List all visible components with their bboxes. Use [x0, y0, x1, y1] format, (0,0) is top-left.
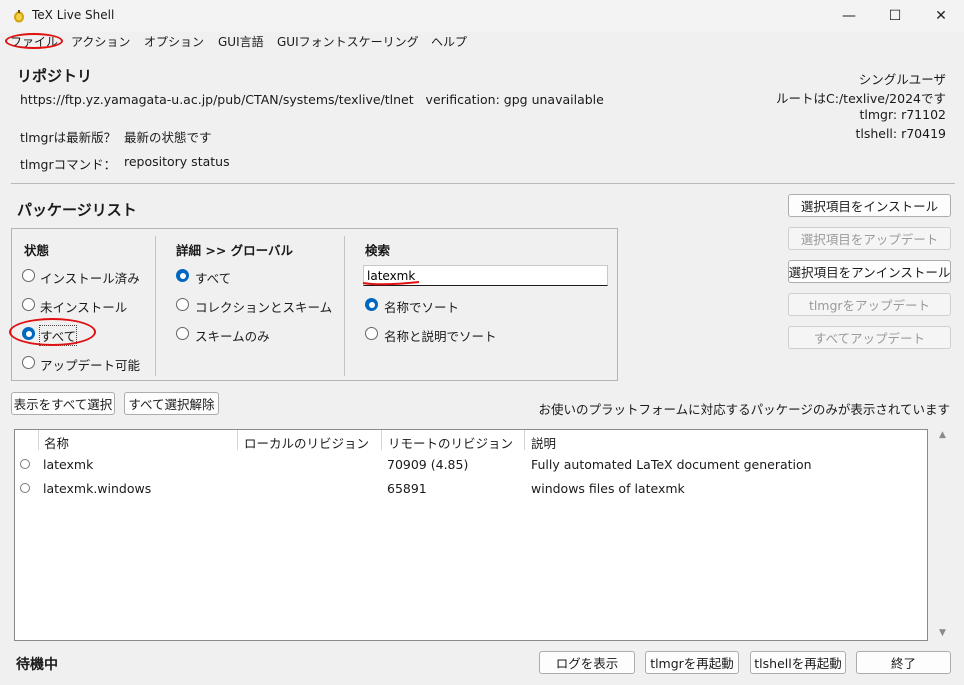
status-installed-label[interactable]: インストール済み [40, 268, 140, 287]
menu-gui-font-scaling[interactable]: GUIフォントスケーリング [277, 33, 419, 50]
sort-by-name-desc-label[interactable]: 名称と説明でソート [384, 326, 497, 345]
status-all-radio[interactable] [22, 327, 35, 340]
table-cell-description: windows files of latexmk [531, 481, 685, 496]
detail-all-radio[interactable] [176, 269, 189, 282]
platform-note: お使いのプラットフォームに対応するパッケージのみが表示されています [538, 402, 950, 417]
deselect-all-button[interactable]: すべて選択解除 [124, 392, 219, 415]
status-heading: 状態 [24, 243, 50, 258]
tlmgr-command-label: tlmgrコマンド： [20, 157, 117, 172]
tlmgr-latest-value: 最新の状態です [124, 130, 212, 145]
annotation-underline-search [362, 281, 420, 286]
status-not-installed-label[interactable]: 未インストール [40, 297, 127, 316]
column-separator [237, 430, 238, 450]
update-all-button[interactable]: すべてアップデート [788, 326, 951, 349]
status-updatable-label[interactable]: アップデート可能 [40, 355, 140, 374]
table-cell-description: Fully automated LaTeX document generatio… [531, 457, 812, 472]
sort-by-name-desc-radio[interactable] [365, 327, 378, 340]
status-updatable-radio[interactable] [22, 356, 35, 369]
table-cell-name: latexmk [43, 457, 94, 472]
menu-gui-language[interactable]: GUI言語 [218, 33, 264, 50]
update-selected-button[interactable]: 選択項目をアップデート [788, 227, 951, 250]
divider [11, 183, 955, 184]
maximize-button[interactable]: ☐ [872, 0, 918, 32]
detail-all-label[interactable]: すべて [195, 268, 231, 287]
title-bar [0, 0, 964, 32]
row-select-radio[interactable] [20, 459, 30, 469]
user-mode: シングルユーザ [858, 72, 946, 87]
column-separator [38, 430, 39, 450]
tlmgr-latest-label: tlmgrは最新版？ [20, 130, 117, 145]
app-icon [14, 10, 24, 23]
menu-action[interactable]: アクション [71, 33, 130, 50]
menu-file[interactable]: ファイル [10, 33, 58, 50]
repository-url: https://ftp.yz.yamagata-u.ac.jp/pub/CTAN… [20, 92, 604, 107]
repository-heading: リポジトリ [17, 67, 93, 85]
scroll-down-arrow-icon[interactable]: ▼ [939, 628, 946, 638]
detail-schemes-label[interactable]: スキームのみ [195, 326, 270, 345]
menu-options[interactable]: オプション [144, 33, 204, 50]
show-log-button[interactable]: ログを表示 [539, 651, 635, 674]
install-selected-button[interactable]: 選択項目をインストール [788, 194, 951, 217]
column-header-name[interactable]: 名称 [44, 433, 69, 452]
row-select-radio[interactable] [20, 483, 30, 493]
quit-button[interactable]: 終了 [856, 651, 951, 674]
restart-tlshell-button[interactable]: tlshellを再起動 [750, 651, 846, 674]
texlive-root: ルートはC:/texlive/2024です [776, 91, 946, 106]
filter-separator [155, 236, 156, 376]
status-not-installed-radio[interactable] [22, 298, 35, 311]
select-all-visible-button[interactable]: 表示をすべて選択 [11, 392, 115, 415]
status-text: 待機中 [16, 657, 58, 673]
detail-collections-label[interactable]: コレクションとスキーム [195, 297, 332, 316]
minimize-button[interactable]: — [826, 0, 872, 32]
column-header-local-revision[interactable]: ローカルのリビジョン [244, 433, 369, 452]
column-separator [524, 430, 525, 450]
sort-by-name-radio[interactable] [365, 298, 378, 311]
table-cell-remote-revision: 70909 (4.85) [387, 457, 469, 472]
scroll-up-arrow-icon[interactable]: ▲ [939, 430, 946, 440]
restart-tlmgr-button[interactable]: tlmgrを再起動 [645, 651, 739, 674]
package-list-heading: パッケージリスト [17, 201, 137, 219]
table-cell-name: latexmk.windows [43, 481, 152, 496]
search-heading: 検索 [365, 243, 391, 258]
detail-collections-radio[interactable] [176, 298, 189, 311]
status-all-label[interactable]: すべて [38, 325, 78, 346]
update-tlmgr-button[interactable]: tlmgrをアップデート [788, 293, 951, 316]
tlshell-revision: tlshell: r70419 [855, 126, 946, 141]
sort-by-name-label[interactable]: 名称でソート [384, 297, 459, 316]
column-separator [381, 430, 382, 450]
status-installed-radio[interactable] [22, 269, 35, 282]
column-header-description[interactable]: 説明 [531, 433, 556, 452]
uninstall-selected-button[interactable]: 選択項目をアンインストール [788, 260, 951, 283]
window-title: TeX Live Shell [32, 8, 115, 22]
table-cell-remote-revision: 65891 [387, 481, 427, 496]
menu-help[interactable]: ヘルプ [431, 33, 467, 50]
column-header-remote-revision[interactable]: リモートのリビジョン [388, 433, 513, 452]
tlmgr-revision: tlmgr: r71102 [859, 107, 947, 122]
detail-schemes-radio[interactable] [176, 327, 189, 340]
filter-separator [344, 236, 345, 376]
close-button[interactable]: ✕ [918, 0, 964, 32]
detail-heading: 詳細 >> グローバル [176, 243, 294, 258]
tlmgr-command-value: repository status [124, 154, 230, 169]
